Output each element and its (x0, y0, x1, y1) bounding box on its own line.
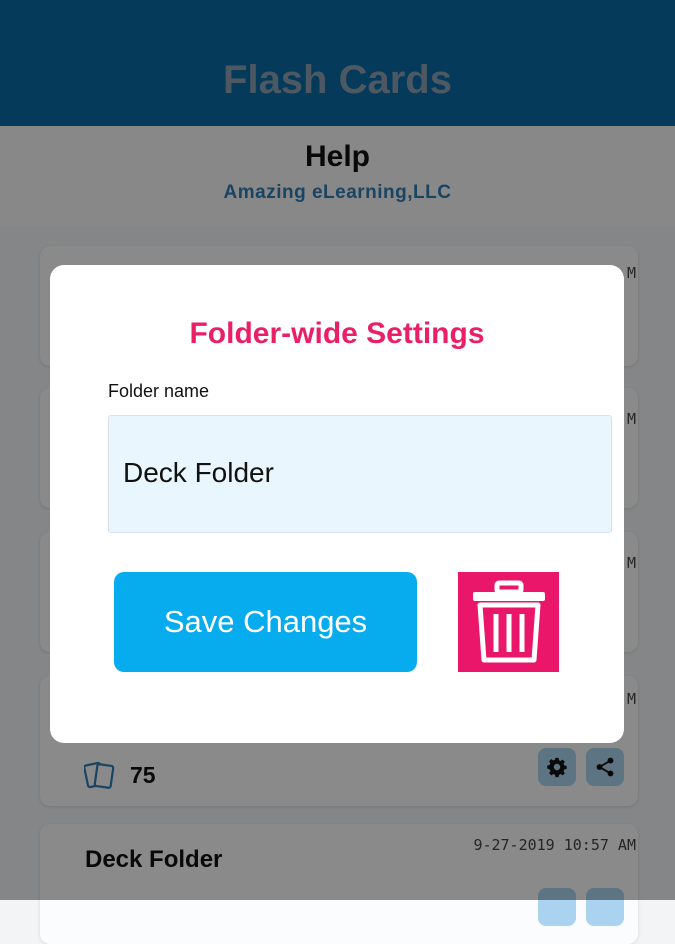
delete-folder-button[interactable] (458, 572, 559, 672)
dialog-title: Folder-wide Settings (189, 317, 485, 350)
folder-name-input[interactable]: Deck Folder (108, 415, 612, 533)
save-changes-button[interactable]: Save Changes (114, 572, 417, 672)
folder-name-value: Deck Folder (123, 457, 274, 488)
folder-name-label: Folder name (108, 381, 210, 401)
folder-settings-dialog: Folder-wide Settings Folder name Deck Fo… (50, 265, 624, 743)
trash-icon (472, 580, 545, 663)
